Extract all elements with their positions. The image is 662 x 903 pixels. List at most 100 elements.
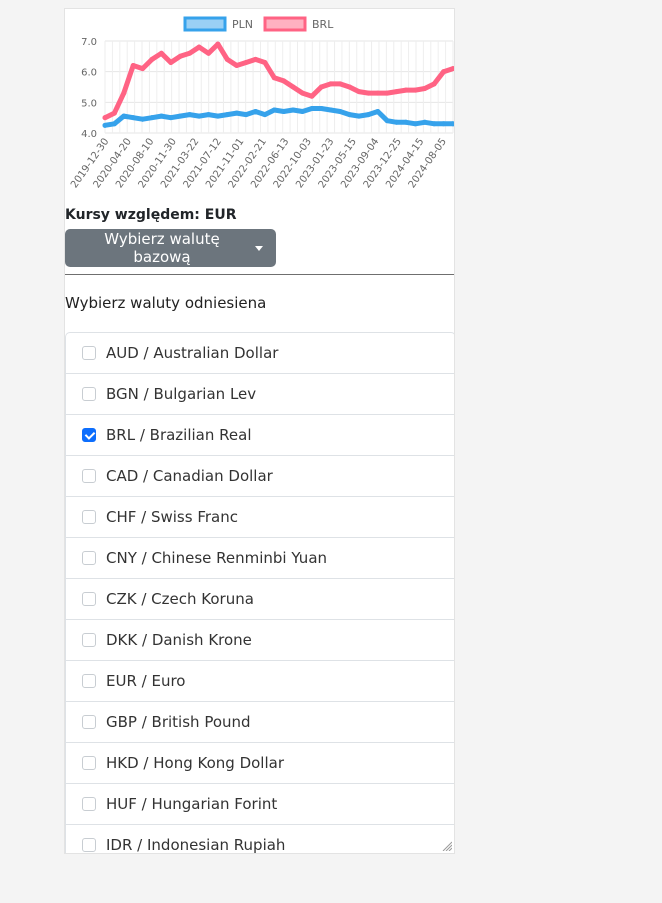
currency-option[interactable]: HKD / Hong Kong Dollar: [66, 743, 454, 784]
currency-option[interactable]: GBP / British Pound: [66, 702, 454, 743]
data-point-pln: [318, 105, 324, 111]
legend-label: PLN: [232, 18, 253, 31]
currency-checkbox[interactable]: [82, 715, 96, 729]
currency-option[interactable]: AUD / Australian Dollar: [66, 333, 454, 374]
data-point-pln: [252, 109, 258, 115]
data-point-brl: [262, 59, 268, 65]
currency-checkbox[interactable]: [82, 428, 96, 442]
data-point-brl: [205, 50, 211, 56]
currency-option-label: CZK / Czech Koruna: [106, 590, 254, 608]
data-point-brl: [412, 87, 418, 93]
reference-currencies-label: Wybierz waluty odniesiena: [65, 294, 267, 312]
data-point-brl: [187, 50, 193, 56]
data-point-pln: [356, 113, 362, 119]
currency-option[interactable]: HUF / Hungarian Forint: [66, 784, 454, 825]
data-point-brl: [300, 90, 306, 96]
data-point-pln: [168, 115, 174, 121]
data-point-brl: [102, 115, 108, 121]
currency-option-label: CHF / Swiss Franc: [106, 508, 238, 526]
data-point-pln: [347, 112, 353, 118]
currency-checkbox[interactable]: [82, 797, 96, 811]
currency-option-label: BGN / Bulgarian Lev: [106, 385, 257, 403]
data-point-brl: [403, 87, 409, 93]
y-tick-label: 7.0: [81, 37, 97, 48]
data-point-pln: [158, 113, 164, 119]
resize-grip-icon[interactable]: [442, 841, 452, 851]
currency-checkbox[interactable]: [82, 510, 96, 524]
data-point-pln: [111, 121, 117, 127]
data-point-brl: [252, 56, 258, 62]
data-point-brl: [431, 81, 437, 87]
data-point-brl: [111, 110, 117, 116]
data-point-brl: [234, 63, 240, 69]
data-point-pln: [102, 122, 108, 128]
data-point-pln: [187, 112, 193, 118]
currency-option-label: EUR / Euro: [106, 672, 186, 690]
data-point-pln: [243, 112, 249, 118]
currency-option[interactable]: IDR / Indonesian Rupiah: [66, 825, 454, 853]
currency-option[interactable]: BGN / Bulgarian Lev: [66, 374, 454, 415]
currency-checkbox[interactable]: [82, 592, 96, 606]
currency-option[interactable]: CZK / Czech Koruna: [66, 579, 454, 620]
data-point-pln: [328, 107, 334, 113]
currency-checkbox[interactable]: [82, 551, 96, 565]
base-currency-button-label: Wybierz walutę bazową: [104, 230, 220, 266]
currency-option[interactable]: CHF / Swiss Franc: [66, 497, 454, 538]
legend-swatch: [183, 16, 227, 32]
data-point-pln: [215, 113, 221, 119]
data-point-brl: [130, 63, 136, 69]
currency-checkbox[interactable]: [82, 633, 96, 647]
data-point-pln: [431, 121, 437, 127]
data-point-pln: [403, 119, 409, 125]
currency-option-label: DKK / Danish Krone: [106, 631, 252, 649]
data-point-pln: [205, 112, 211, 118]
y-tick-label: 5.0: [81, 98, 97, 109]
currency-panel: PLN BRL 4.0 5.0 6.0 7.0 2019-12-30 2020-04-20 20…: [64, 8, 455, 854]
data-point-brl: [149, 56, 155, 62]
data-point-pln: [271, 107, 277, 113]
currency-option[interactable]: EUR / Euro: [66, 661, 454, 702]
currency-option-label: CNY / Chinese Renminbi Yuan: [106, 549, 328, 567]
data-point-brl: [215, 41, 221, 47]
data-point-brl: [121, 90, 127, 96]
data-point-pln: [337, 109, 343, 115]
currency-checkbox[interactable]: [82, 838, 96, 852]
currency-checkbox[interactable]: [82, 469, 96, 483]
chart-svg: PLN BRL4.05.06.07.02019-12-302020-04-2020…: [69, 16, 454, 190]
data-point-pln: [394, 119, 400, 125]
base-currency-dropdown-button[interactable]: Wybierz walutę bazową: [65, 229, 276, 267]
base-currency-label: Kursy względem: EUR: [65, 207, 237, 223]
currency-option-label: CAD / Canadian Dollar: [106, 467, 273, 485]
data-point-brl: [309, 93, 315, 99]
data-point-pln: [149, 115, 155, 121]
data-point-brl: [384, 90, 390, 96]
data-point-brl: [168, 59, 174, 65]
currency-checkbox[interactable]: [82, 674, 96, 688]
data-point-brl: [422, 86, 428, 92]
currency-checkbox[interactable]: [82, 387, 96, 401]
data-point-pln: [177, 113, 183, 119]
currency-checkbox[interactable]: [82, 346, 96, 360]
currency-option[interactable]: CAD / Canadian Dollar: [66, 456, 454, 497]
y-tick-label: 6.0: [81, 68, 97, 79]
data-point-brl: [271, 75, 277, 81]
exchange-rate-chart: PLN BRL 4.0 5.0 6.0 7.0 2019-12-30 2020-04-20 20…: [65, 9, 454, 209]
reference-currency-list[interactable]: AUD / Australian Dollar BGN / Bulgarian L…: [65, 332, 454, 853]
currency-option[interactable]: CNY / Chinese Renminbi Yuan: [66, 538, 454, 579]
caret-down-icon: [255, 245, 263, 251]
currency-option[interactable]: BRL / Brazilian Real: [66, 415, 454, 456]
data-point-brl: [196, 44, 202, 50]
data-point-pln: [300, 109, 306, 115]
data-point-brl: [158, 50, 164, 56]
currency-checkbox[interactable]: [82, 756, 96, 770]
legend-label: BRL: [312, 18, 334, 31]
currency-option-label: AUD / Australian Dollar: [106, 344, 279, 362]
data-point-pln: [224, 112, 230, 118]
data-point-pln: [309, 105, 315, 111]
data-point-pln: [130, 115, 136, 121]
data-point-brl: [347, 84, 353, 90]
data-point-brl: [394, 89, 400, 95]
data-point-pln: [384, 118, 390, 124]
data-point-brl: [337, 81, 343, 87]
currency-option[interactable]: DKK / Danish Krone: [66, 620, 454, 661]
